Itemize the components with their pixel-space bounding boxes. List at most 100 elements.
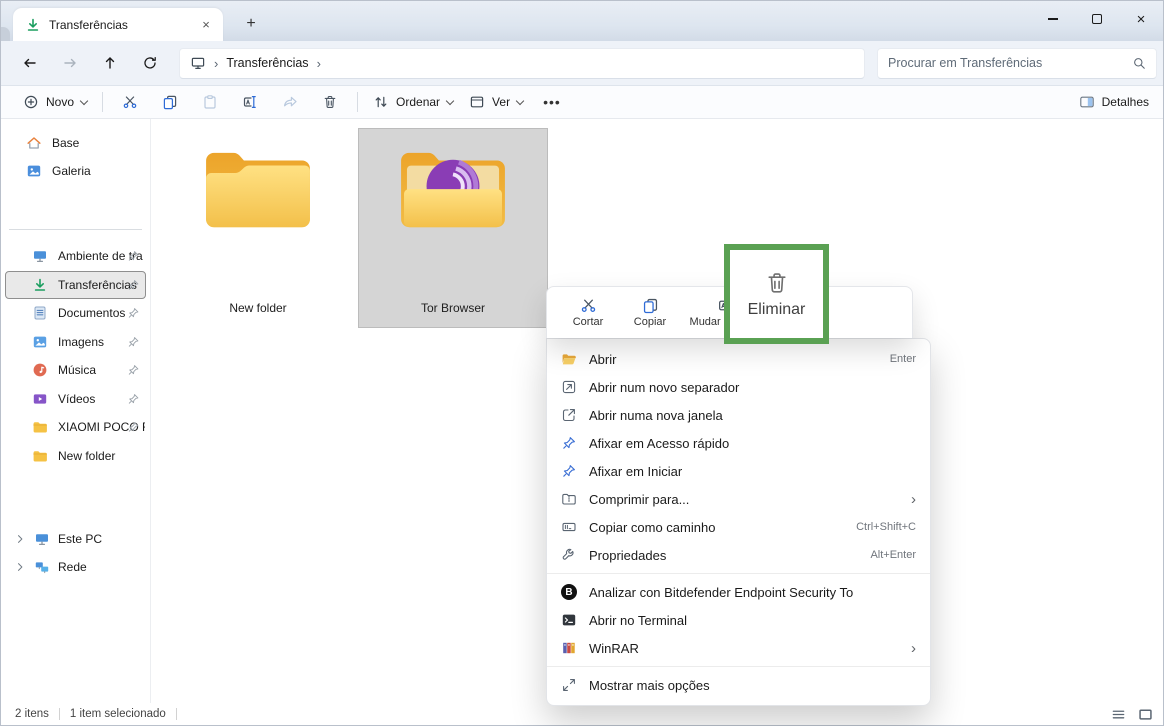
menu-item-comprimir-para[interactable]: Comprimir para...› bbox=[547, 485, 930, 513]
home-icon bbox=[26, 135, 42, 151]
menu-item-label: Afixar em Iniciar bbox=[589, 464, 916, 479]
menu-item-copiar-como-caminho[interactable]: Copiar como caminhoCtrl+Shift+C bbox=[547, 513, 930, 541]
sidebar-item-este-pc[interactable]: Este PC bbox=[5, 525, 146, 553]
cut-button[interactable] bbox=[110, 89, 150, 115]
sidebar-item-label: Base bbox=[52, 136, 145, 150]
download-icon bbox=[25, 17, 41, 33]
rename-button[interactable] bbox=[230, 89, 270, 115]
menu-item-abrir-no-terminal[interactable]: Abrir no Terminal bbox=[547, 606, 930, 634]
status-separator bbox=[176, 708, 177, 720]
sidebar-item-videos[interactable]: Vídeos bbox=[5, 385, 146, 414]
navigation-pane: Base Galeria Ambiente de traTransferência… bbox=[1, 119, 151, 703]
more-button[interactable]: ••• bbox=[531, 94, 573, 110]
status-separator bbox=[59, 708, 60, 720]
submenu-chevron-icon: › bbox=[911, 492, 916, 507]
menu-item-propriedades[interactable]: PropriedadesAlt+Enter bbox=[547, 541, 930, 569]
chevron-down-icon bbox=[446, 96, 454, 104]
menu-item-label: Afixar em Acesso rápido bbox=[589, 436, 916, 451]
minimize-icon bbox=[1048, 18, 1058, 19]
sidebar-item-documentos[interactable]: Documentos bbox=[5, 299, 146, 328]
delete-button[interactable] bbox=[310, 89, 350, 115]
address-bar: › Transferências › bbox=[1, 41, 1163, 86]
refresh-button[interactable] bbox=[133, 47, 167, 79]
sidebar-item-rede[interactable]: Rede bbox=[5, 553, 146, 581]
menu-item-winrar[interactable]: WinRAR› bbox=[547, 634, 930, 662]
breadcrumb-location[interactable]: Transferências bbox=[226, 56, 308, 70]
sidebar-divider bbox=[9, 229, 142, 230]
tab-close-icon[interactable]: × bbox=[197, 16, 215, 34]
quickbar-copiar[interactable]: Copiar bbox=[619, 297, 681, 328]
menu-item-label: Mostrar mais opções bbox=[589, 678, 916, 693]
music-icon bbox=[32, 362, 48, 378]
close-button[interactable]: × bbox=[1119, 1, 1163, 37]
view-button[interactable]: Ver bbox=[461, 90, 531, 114]
pin-icon bbox=[127, 307, 140, 320]
sidebar-item-musica[interactable]: Música bbox=[5, 356, 146, 385]
up-button[interactable] bbox=[93, 47, 127, 79]
file-new-folder[interactable]: New folder bbox=[163, 128, 353, 328]
menu-item-analizar-con-bitdefender-endpoint-security-to[interactable]: BAnalizar con Bitdefender Endpoint Secur… bbox=[547, 578, 930, 606]
menu-item-abrir[interactable]: AbrirEnter bbox=[547, 345, 930, 373]
minimize-button[interactable] bbox=[1031, 1, 1075, 37]
search-box bbox=[877, 48, 1157, 79]
search-icon[interactable] bbox=[1132, 56, 1146, 70]
selection-count: 1 item selecionado bbox=[70, 708, 166, 720]
context-menu: AbrirEnterAbrir num novo separadorAbrir … bbox=[546, 338, 931, 706]
search-input[interactable] bbox=[888, 56, 1126, 70]
breadcrumb[interactable]: › Transferências › bbox=[179, 48, 865, 79]
menu-item-abrir-numa-nova-janela[interactable]: Abrir numa nova janela bbox=[547, 401, 930, 429]
folder-icon bbox=[199, 145, 317, 246]
chev-right-icon bbox=[14, 561, 26, 573]
sidebar-item-xiaomi-poco-f[interactable]: XIAOMI POCO F bbox=[5, 413, 146, 442]
details-button[interactable]: Detalhes bbox=[1079, 94, 1149, 110]
maximize-button[interactable] bbox=[1075, 1, 1119, 37]
menu-item-afixar-em-acesso-rapido[interactable]: Afixar em Acesso rápido bbox=[547, 429, 930, 457]
menu-item-afixar-em-iniciar[interactable]: Afixar em Iniciar bbox=[547, 457, 930, 485]
sort-icon bbox=[373, 94, 389, 110]
menu-divider bbox=[547, 666, 930, 667]
details-view-button[interactable] bbox=[1111, 707, 1126, 722]
sidebar-item-base[interactable]: Base bbox=[5, 129, 146, 157]
status-bar: 2 itens 1 item selecionado bbox=[1, 703, 1163, 725]
back-button[interactable] bbox=[13, 47, 47, 79]
menu-item-abrir-num-novo-separador[interactable]: Abrir num novo separador bbox=[547, 373, 930, 401]
open-tab-icon bbox=[561, 379, 577, 395]
sidebar-item-galeria[interactable]: Galeria bbox=[5, 157, 146, 185]
pin-icon bbox=[127, 250, 140, 263]
share-button bbox=[270, 89, 310, 115]
this-pc-icon[interactable] bbox=[190, 55, 206, 71]
quickbar-label: Cortar bbox=[573, 316, 604, 328]
tab-label: Transferências bbox=[49, 18, 189, 32]
sort-button[interactable]: Ordenar bbox=[365, 90, 461, 114]
sidebar-item-transferencias[interactable]: Transferências bbox=[5, 271, 146, 300]
new-button[interactable]: Novo bbox=[15, 90, 95, 114]
quickbar-cortar[interactable]: Cortar bbox=[557, 297, 619, 328]
file-label: Tor Browser bbox=[421, 301, 485, 315]
gallery-icon bbox=[26, 163, 42, 179]
chevron-down-icon bbox=[80, 96, 88, 104]
sidebar-item-ambiente-de-tra[interactable]: Ambiente de tra bbox=[5, 242, 146, 271]
path-icon bbox=[561, 519, 577, 535]
file-label: New folder bbox=[229, 301, 286, 315]
tab-transferencias[interactable]: Transferências × bbox=[13, 8, 223, 41]
trash-icon bbox=[764, 270, 790, 296]
sidebar-item-new-folder[interactable]: New folder bbox=[5, 442, 146, 471]
maximize-icon bbox=[1092, 14, 1102, 24]
large-icons-view-button[interactable] bbox=[1138, 707, 1153, 722]
sidebar-item-imagens[interactable]: Imagens bbox=[5, 328, 146, 357]
pin-blue-icon bbox=[561, 435, 577, 451]
file-tor-browser[interactable]: Tor Browser bbox=[358, 128, 548, 328]
winrar-icon bbox=[561, 640, 577, 656]
delete-quick-action[interactable]: Eliminar bbox=[748, 301, 806, 319]
copy-button[interactable] bbox=[150, 89, 190, 115]
download-icon bbox=[32, 277, 48, 293]
more-options-icon bbox=[561, 677, 577, 693]
wrench-icon bbox=[561, 547, 577, 563]
toolbar-divider bbox=[357, 92, 358, 112]
zip-icon bbox=[561, 491, 577, 507]
titlebar: Transferências × + × bbox=[1, 1, 1163, 41]
new-tab-button[interactable]: + bbox=[239, 12, 263, 36]
menu-item-mostrar-mais-opcoes[interactable]: Mostrar mais opções bbox=[547, 671, 930, 699]
toolbar-divider bbox=[102, 92, 103, 112]
folder-icon bbox=[32, 419, 48, 435]
